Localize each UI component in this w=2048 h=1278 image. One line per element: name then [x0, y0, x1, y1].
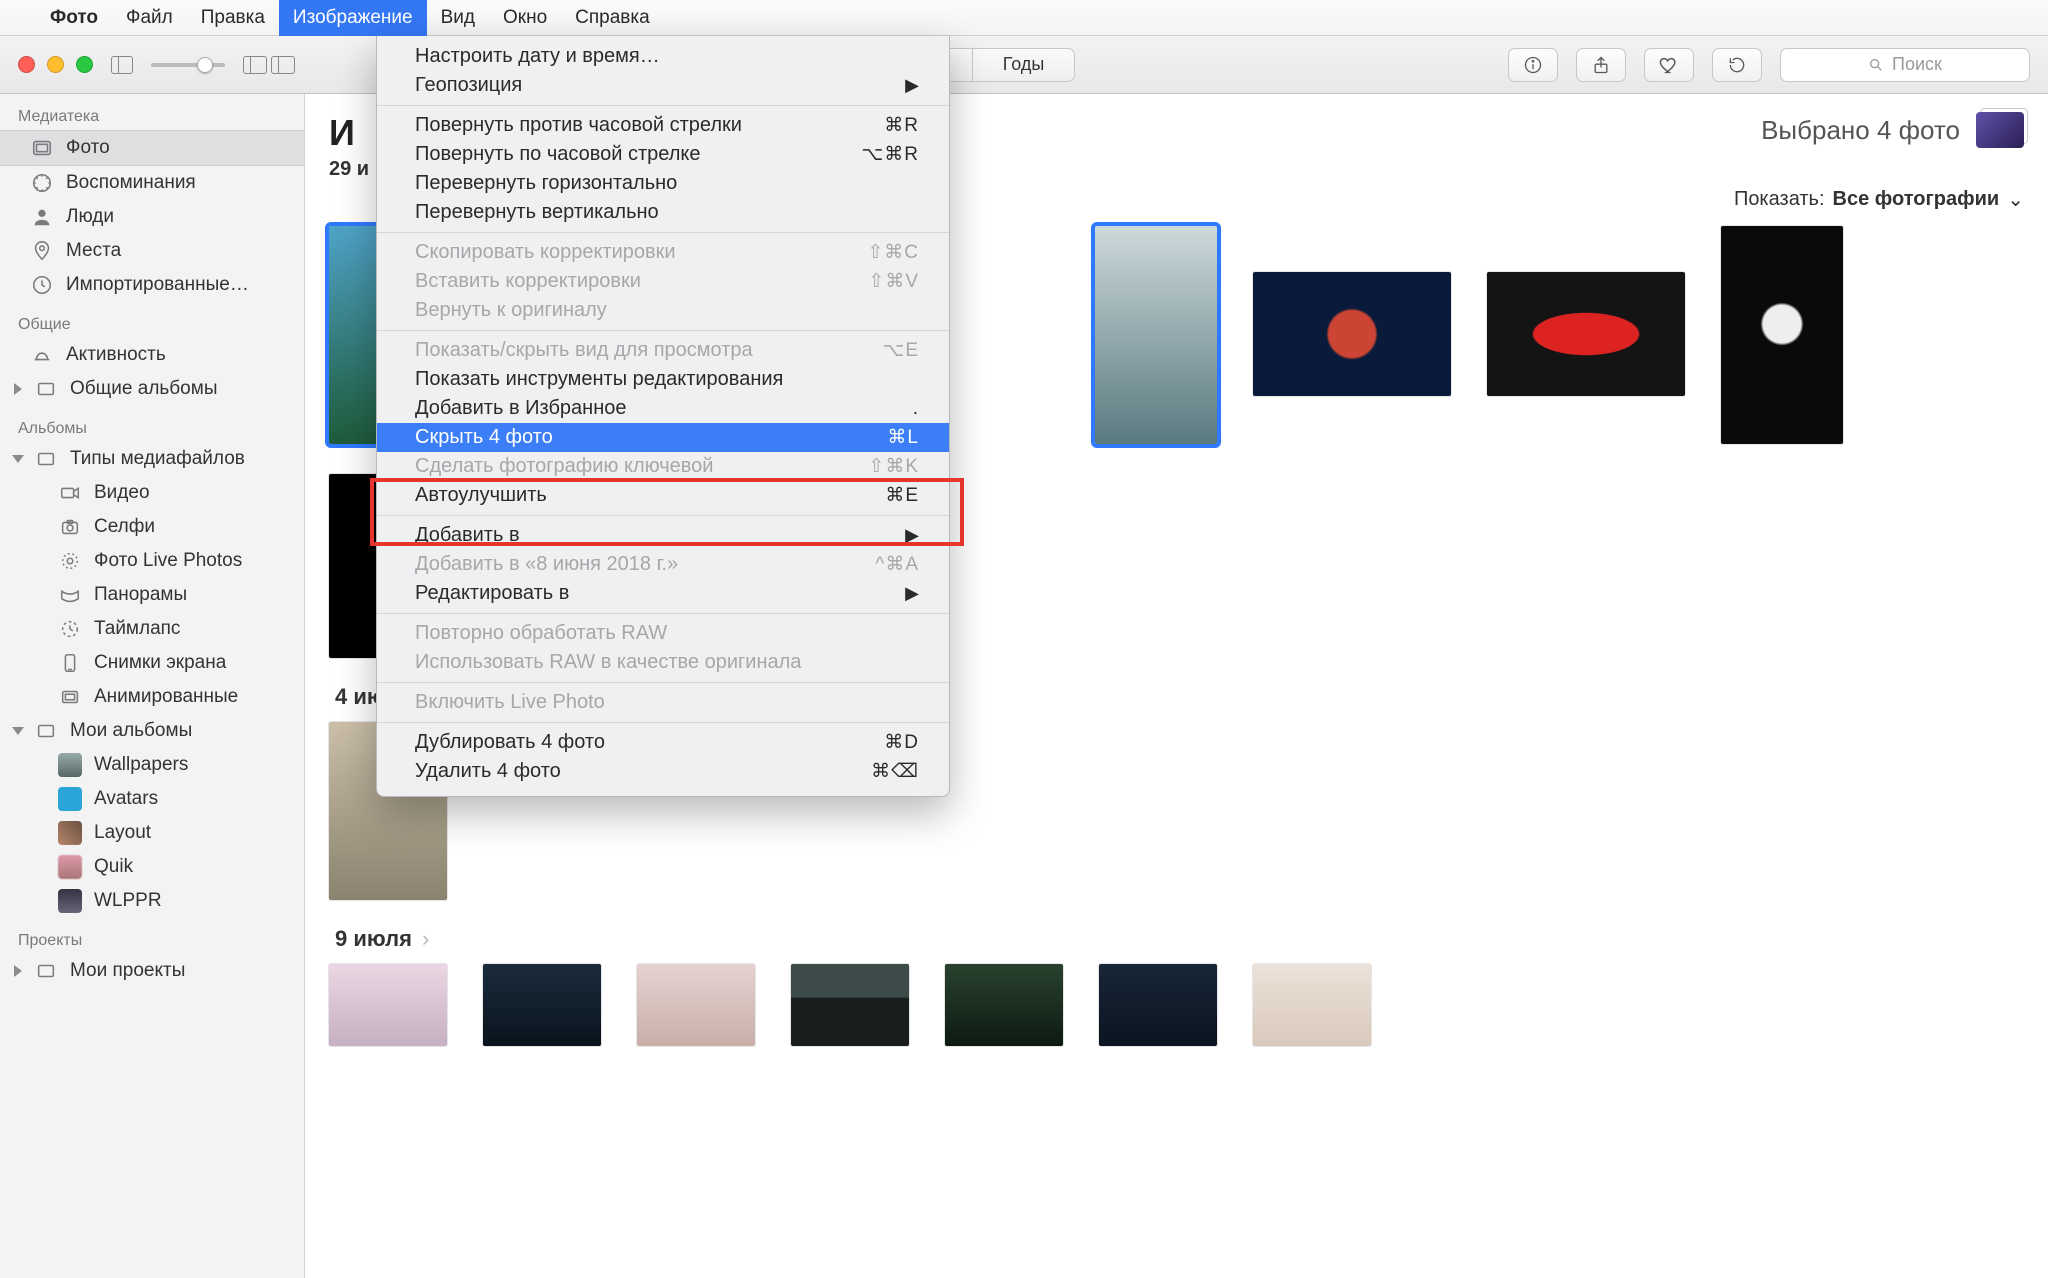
sidebar-album-quik[interactable]: Quik [0, 850, 304, 884]
menu-item: Повторно обработать RAW [377, 619, 949, 648]
sidebar-album-avatars[interactable]: Avatars [0, 782, 304, 816]
sidebar-album-layout[interactable]: Layout [0, 816, 304, 850]
page-title: И [329, 112, 369, 154]
sidebar-item-selfies[interactable]: Селфи [0, 510, 304, 544]
sidebar-album-wallpapers[interactable]: Wallpapers [0, 748, 304, 782]
zoom-window-button[interactable] [76, 56, 93, 73]
window-controls [18, 56, 93, 73]
menu-item[interactable]: Перевернуть горизонтально [377, 169, 949, 198]
menu-item[interactable]: Удалить 4 фото⌘⌫ [377, 757, 949, 786]
menu-item[interactable]: Скрыть 4 фото⌘L [377, 423, 949, 452]
system-menubar: Фото Файл Правка Изображение Вид Окно Сп… [0, 0, 2048, 36]
sidebar-toggle-button[interactable] [111, 56, 133, 74]
sidebar-item-places[interactable]: Места [0, 234, 304, 268]
sidebar-item-imports[interactable]: Импортированные… [0, 268, 304, 302]
photo-thumbnail[interactable] [329, 964, 447, 1046]
menu-item[interactable]: Показать инструменты редактирования [377, 365, 949, 394]
sidebar-item-my-projects[interactable]: Мои проекты [0, 954, 304, 988]
sidebar-item-animated[interactable]: Анимированные [0, 680, 304, 714]
sidebar-item-activity[interactable]: Активность [0, 338, 304, 372]
menu-item: Сделать фотографию ключевой⇧⌘K [377, 452, 949, 481]
photo-thumbnail[interactable] [1487, 272, 1685, 396]
menu-item: Добавить в «8 июня 2018 г.»^⌘A [377, 550, 949, 579]
menu-item[interactable]: Настроить дату и время… [377, 42, 949, 71]
menu-item[interactable]: Геопозиция▶ [377, 71, 949, 100]
photo-thumbnail[interactable] [791, 964, 909, 1046]
photo-thumbnail[interactable] [483, 964, 601, 1046]
menu-edit[interactable]: Правка [187, 0, 279, 36]
share-button[interactable] [1576, 48, 1626, 82]
chevron-down-icon: ⌄ [2007, 187, 2024, 212]
photo-thumbnail[interactable] [1721, 226, 1843, 444]
photo-thumbnail[interactable] [1099, 964, 1217, 1046]
selection-stack-thumbnail [1976, 112, 2024, 148]
menu-item: Вернуть к оригиналу [377, 296, 949, 325]
menu-image[interactable]: Изображение [279, 0, 427, 36]
sidebar-item-live-photos[interactable]: Фото Live Photos [0, 544, 304, 578]
sidebar-item-timelapse[interactable]: Таймлапс [0, 612, 304, 646]
menu-item[interactable]: Повернуть по часовой стрелке⌥⌘R [377, 140, 949, 169]
menu-item: Скопировать корректировки⇧⌘C [377, 238, 949, 267]
search-field[interactable]: Поиск [1780, 48, 2030, 82]
sidebar-album-wlppr[interactable]: WLPPR [0, 884, 304, 918]
sidebar-item-photos[interactable]: Фото [0, 130, 304, 166]
sidebar-item-my-albums[interactable]: Мои альбомы [0, 714, 304, 748]
photo-thumbnail[interactable] [1253, 272, 1451, 396]
menu-item: Включить Live Photo [377, 688, 949, 717]
minimize-window-button[interactable] [47, 56, 64, 73]
sidebar-item-panoramas[interactable]: Панорамы [0, 578, 304, 612]
menu-item: Показать/скрыть вид для просмотра⌥E [377, 336, 949, 365]
sidebar-item-shared-albums[interactable]: Общие альбомы [0, 372, 304, 406]
sidebar-section-projects: Проекты [0, 918, 304, 954]
menu-item[interactable]: Повернуть против часовой стрелки⌘R [377, 111, 949, 140]
menu-item[interactable]: Добавить в Избранное. [377, 394, 949, 423]
menu-item[interactable]: Редактировать в▶ [377, 579, 949, 608]
sidebar-item-media-types[interactable]: Типы медиафайлов [0, 442, 304, 476]
sidebar-item-memories[interactable]: Воспоминания [0, 166, 304, 200]
menu-item[interactable]: Перевернуть вертикально [377, 198, 949, 227]
menu-item: Вставить корректировки⇧⌘V [377, 267, 949, 296]
thumbnail-zoom-slider[interactable] [151, 63, 225, 67]
photo-thumbnail[interactable] [1095, 226, 1217, 444]
view-list-button[interactable] [271, 56, 295, 74]
menu-app[interactable]: Фото [36, 0, 112, 36]
menu-item: Использовать RAW в качестве оригинала [377, 648, 949, 677]
sidebar-section-library: Медиатека [0, 94, 304, 130]
menu-view[interactable]: Вид [427, 0, 489, 36]
menu-item[interactable]: Добавить в▶ [377, 521, 949, 550]
sidebar-item-screenshots[interactable]: Снимки экрана [0, 646, 304, 680]
close-window-button[interactable] [18, 56, 35, 73]
image-menu-dropdown: Настроить дату и время…Геопозиция▶ Поверн… [376, 36, 950, 797]
rotate-button[interactable] [1712, 48, 1762, 82]
menu-item[interactable]: Автоулучшить⌘E [377, 481, 949, 510]
segment-years[interactable]: Годы [973, 49, 1075, 81]
search-placeholder: Поиск [1892, 54, 1942, 75]
photo-thumbnail[interactable] [1253, 964, 1371, 1046]
sidebar-item-video[interactable]: Видео [0, 476, 304, 510]
date-heading-1: 29 и [329, 158, 369, 181]
selection-count: Выбрано 4 фото [1761, 115, 1960, 146]
view-grid-button[interactable] [243, 56, 267, 74]
info-button[interactable] [1508, 48, 1558, 82]
photo-thumbnail[interactable] [945, 964, 1063, 1046]
chevron-right-icon[interactable]: › [422, 926, 429, 952]
sidebar-section-albums: Альбомы [0, 406, 304, 442]
menu-item[interactable]: Дублировать 4 фото⌘D [377, 728, 949, 757]
window-toolbar: Моменты Коллекции Годы Поиск [0, 36, 2048, 94]
menu-help[interactable]: Справка [561, 0, 664, 36]
sidebar: Медиатека Фото Воспоминания Люди Места И… [0, 94, 305, 1278]
favorite-button[interactable] [1644, 48, 1694, 82]
photo-thumbnail[interactable] [637, 964, 755, 1046]
sidebar-section-shared: Общие [0, 302, 304, 338]
date-heading-3: 9 июля [335, 926, 412, 952]
sidebar-item-people[interactable]: Люди [0, 200, 304, 234]
menu-window[interactable]: Окно [489, 0, 561, 36]
menu-file[interactable]: Файл [112, 0, 187, 36]
